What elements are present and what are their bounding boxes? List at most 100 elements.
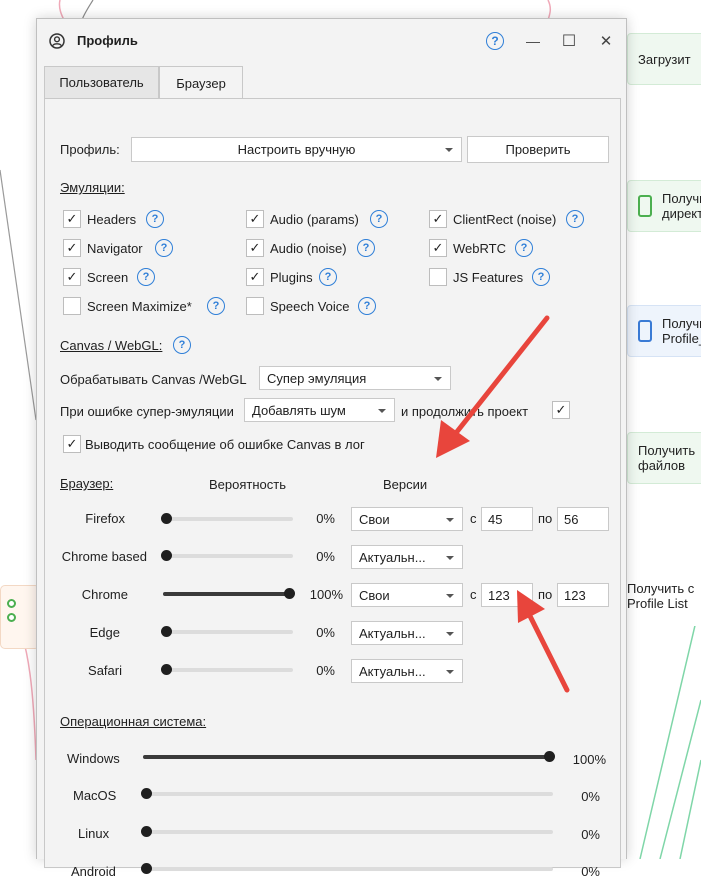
help-icon[interactable]: ? <box>370 210 388 228</box>
slider-thumb[interactable] <box>161 550 172 561</box>
checkbox-screen[interactable]: ✓ <box>63 268 81 286</box>
help-icon[interactable]: ? <box>357 239 375 257</box>
help-icon[interactable]: ? <box>155 239 173 257</box>
slider-safari[interactable] <box>161 664 293 675</box>
slider-thumb[interactable] <box>141 826 152 837</box>
tab-label: Браузер <box>176 75 226 91</box>
version-from-input[interactable]: 123 <box>481 583 533 607</box>
slider-thumb[interactable] <box>161 513 172 524</box>
profile-select[interactable]: Настроить вручную <box>131 137 462 162</box>
tab-browser[interactable]: Браузер <box>159 66 243 99</box>
help-icon[interactable]: ? <box>173 336 191 354</box>
slider-thumb[interactable] <box>544 751 555 762</box>
checkbox-plugins[interactable]: ✓ <box>246 268 264 286</box>
probability-value: 0% <box>316 549 335 564</box>
port-input[interactable] <box>7 599 16 608</box>
os-name: Windows <box>67 751 120 766</box>
checkbox-webrtc[interactable]: ✓ <box>429 239 447 257</box>
browser-name: Chrome <box>81 587 128 602</box>
checkbox-label: WebRTC <box>453 241 506 256</box>
chevron-down-icon <box>446 594 454 598</box>
checkbox-label: Headers <box>87 212 137 227</box>
checkbox-navigator[interactable]: ✓ <box>63 239 81 257</box>
slider-thumb[interactable] <box>284 588 295 599</box>
browser-name: Edge <box>89 625 120 640</box>
version-to-input[interactable]: 123 <box>557 583 609 607</box>
slider-fill <box>143 755 553 759</box>
slider-chrome[interactable] <box>163 588 295 599</box>
chevron-down-icon <box>446 518 454 522</box>
col-probability-header: Вероятность <box>209 477 286 492</box>
canvas-process-select[interactable]: Супер эмуляция <box>259 366 451 390</box>
version-mode-select[interactable]: Свои <box>351 507 463 531</box>
help-icon[interactable]: ? <box>358 297 376 315</box>
to-label: по <box>538 587 553 602</box>
browser-name: Safari <box>88 663 122 678</box>
checkbox-speech-voice[interactable] <box>246 297 264 315</box>
slider-linux[interactable] <box>141 826 553 837</box>
checkbox-label: Audio (noise) <box>270 241 347 256</box>
slider-thumb[interactable] <box>141 788 152 799</box>
slider-thumb[interactable] <box>161 626 172 637</box>
title-bar[interactable]: Профиль ? — ☐ ✕ <box>37 19 626 63</box>
checkbox-continue-project[interactable]: ✓ <box>552 401 570 419</box>
bg-node-get-profile[interactable]: Получи Profile_ <box>627 305 701 357</box>
probability-value: 0% <box>316 663 335 678</box>
close-button[interactable]: ✕ <box>594 29 618 53</box>
slider-firefox[interactable] <box>161 513 293 524</box>
tab-user[interactable]: Пользователь <box>44 66 159 98</box>
version-to-input[interactable]: 56 <box>557 507 609 531</box>
bg-node-get-files[interactable]: Получить файлов <box>627 432 701 484</box>
help-icon[interactable]: ? <box>207 297 225 315</box>
checkbox-screen-maximize[interactable] <box>63 297 81 315</box>
minimize-button[interactable]: — <box>521 29 545 53</box>
help-icon[interactable]: ? <box>532 268 550 286</box>
user-icon <box>49 33 65 49</box>
bg-node-text: Получить с Profile List <box>627 581 695 611</box>
checkbox-clientrect-noise[interactable]: ✓ <box>429 210 447 228</box>
checkbox-label: Audio (params) <box>270 212 359 227</box>
probability-value: 0% <box>581 789 600 804</box>
browser-name: Firefox <box>85 511 125 526</box>
version-mode-select[interactable]: Свои <box>351 583 463 607</box>
version-mode-select[interactable]: Актуальн... <box>351 659 463 683</box>
canvas-process-label: Обрабатывать Canvas /WebGL <box>60 372 247 387</box>
canvas-continue-label: и продолжить проект <box>401 404 529 419</box>
check-button[interactable]: Проверить <box>467 136 609 163</box>
port-output[interactable] <box>7 613 16 622</box>
version-mode-select[interactable]: Актуальн... <box>351 621 463 645</box>
slider-windows[interactable] <box>143 751 555 762</box>
select-value: Актуальн... <box>359 549 426 565</box>
probability-value: 100% <box>572 752 606 767</box>
chevron-down-icon <box>446 632 454 636</box>
bg-node-get-profile-list[interactable]: Получить с Profile List <box>618 566 701 626</box>
slider-thumb[interactable] <box>141 863 152 874</box>
slider-thumb[interactable] <box>161 664 172 675</box>
checkbox-audio-params[interactable]: ✓ <box>246 210 264 228</box>
version-from-input[interactable]: 45 <box>481 507 533 531</box>
help-icon[interactable]: ? <box>566 210 584 228</box>
version-mode-select[interactable]: Актуальн... <box>351 545 463 569</box>
help-icon[interactable]: ? <box>319 268 337 286</box>
document-icon <box>638 320 652 342</box>
canvas-heading: Canvas / WebGL: <box>60 338 163 353</box>
checkbox-js-features[interactable] <box>429 268 447 286</box>
maximize-button[interactable]: ☐ <box>557 29 581 53</box>
checkbox-headers[interactable]: ✓ <box>63 210 81 228</box>
select-value: Свои <box>359 587 390 603</box>
checkbox-audio-noise[interactable]: ✓ <box>246 239 264 257</box>
os-heading: Операционная система: <box>60 714 207 729</box>
help-icon[interactable]: ? <box>137 268 155 286</box>
slider-android[interactable] <box>141 863 553 874</box>
bg-node-get-directory[interactable]: Получи директ <box>627 180 701 232</box>
help-icon[interactable]: ? <box>146 210 164 228</box>
slider-chrome-based[interactable] <box>161 550 293 561</box>
bg-node-load[interactable]: Загрузит <box>627 33 701 85</box>
checkbox-label: Speech Voice <box>270 299 350 314</box>
slider-edge[interactable] <box>161 626 293 637</box>
help-icon[interactable]: ? <box>515 239 533 257</box>
help-button[interactable]: ? <box>483 29 507 53</box>
checkbox-log-canvas-error[interactable]: ✓ <box>63 435 81 453</box>
canvas-error-select[interactable]: Добавлять шум <box>244 398 395 422</box>
slider-macos[interactable] <box>141 788 553 799</box>
